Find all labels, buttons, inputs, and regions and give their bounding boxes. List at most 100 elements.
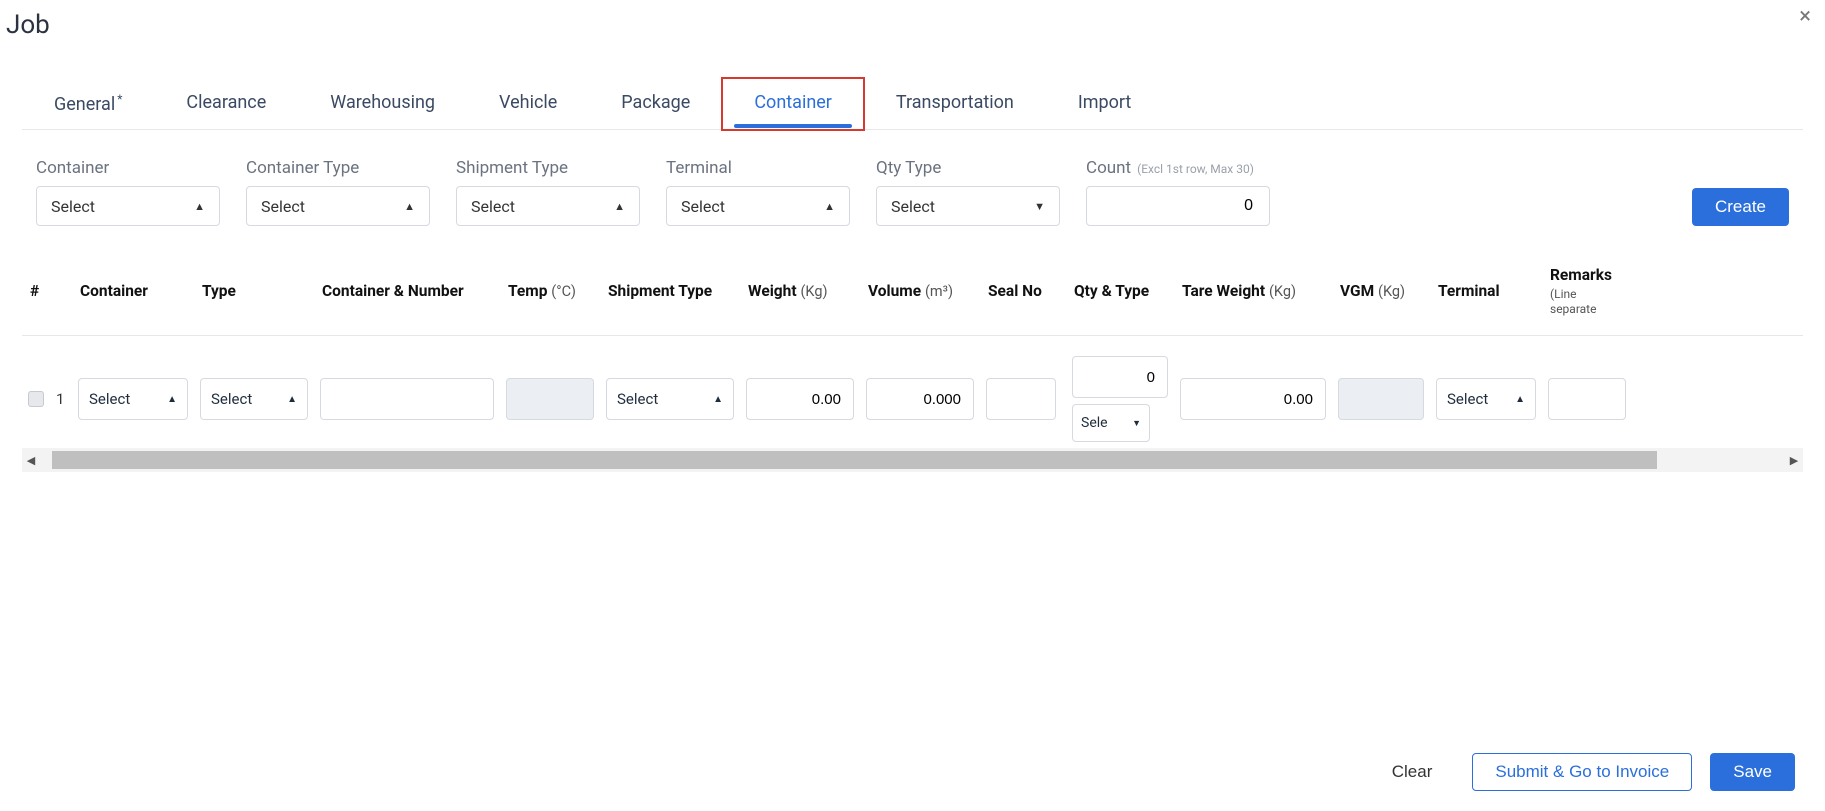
tab-import[interactable]: Import (1046, 78, 1163, 130)
col-remarks: Remarks (Line separate (1542, 258, 1632, 325)
col-tare-weight: Tare Weight (Kg) (1174, 274, 1332, 309)
col-weight: Weight (Kg) (740, 274, 860, 309)
tab-vehicle[interactable]: Vehicle (467, 78, 589, 130)
row-type-select[interactable]: Select ▲ (200, 378, 308, 420)
filter-row: Container Select ▲ Container Type Select… (36, 158, 1789, 226)
qty-field[interactable] (1083, 368, 1157, 387)
scrollbar-track[interactable] (40, 448, 1785, 472)
row-qty-input[interactable] (1072, 356, 1168, 398)
filter-qty-type-select[interactable]: Select ▼ (876, 186, 1060, 226)
row-weight-input[interactable] (746, 378, 854, 420)
caret-down-icon: ▼ (1132, 418, 1141, 429)
container-number-field[interactable] (331, 390, 483, 409)
filter-count-input[interactable] (1086, 186, 1270, 226)
filter-terminal-select[interactable]: Select ▲ (666, 186, 850, 226)
tab-package[interactable]: Package (589, 78, 722, 130)
clear-button[interactable]: Clear (1370, 753, 1455, 791)
submit-go-to-invoice-button[interactable]: Submit & Go to Invoice (1472, 753, 1692, 791)
count-input-field[interactable] (1101, 196, 1255, 216)
footer-actions: Clear Submit & Go to Invoice Save (1370, 753, 1795, 791)
select-value: Select (617, 390, 658, 408)
scroll-right-icon[interactable]: ▶ (1785, 454, 1803, 467)
row-qty-type-select[interactable]: Sele ▼ (1072, 404, 1150, 442)
scrollbar-thumb[interactable] (52, 451, 1657, 469)
close-icon[interactable]: × (1799, 6, 1811, 28)
filter-label-container: Container (36, 158, 220, 178)
row-checkbox[interactable] (28, 391, 44, 407)
temp-field (517, 390, 583, 409)
tab-label: Package (621, 92, 690, 113)
row-seal-no-input[interactable] (986, 378, 1056, 420)
caret-down-icon: ▼ (1034, 200, 1045, 213)
row-volume-input[interactable] (866, 378, 974, 420)
label-hint: (Excl 1st row, Max 30) (1137, 162, 1254, 176)
tab-warehousing[interactable]: Warehousing (298, 78, 467, 130)
col-unit: (Kg) (1378, 283, 1405, 300)
caret-up-icon: ▲ (194, 200, 205, 213)
select-value: Sele (1081, 415, 1108, 431)
col-sub: (Line separate (1550, 287, 1624, 317)
tab-general[interactable]: General* (22, 78, 154, 130)
col-label: Weight (748, 282, 797, 300)
col-idx: # (22, 274, 72, 309)
tare-weight-field[interactable] (1191, 390, 1315, 409)
weight-field[interactable] (757, 390, 843, 409)
seal-no-field[interactable] (997, 390, 1045, 409)
save-button[interactable]: Save (1710, 753, 1795, 791)
row-temp-input (506, 378, 594, 420)
filter-label-qty-type: Qty Type (876, 158, 1060, 178)
row-index: 1 (56, 390, 64, 408)
tabs-bar: General* Clearance Warehousing Vehicle P… (22, 78, 1803, 130)
page-title: Job (6, 10, 50, 40)
col-label: Temp (508, 282, 547, 300)
caret-up-icon: ▲ (287, 394, 297, 405)
col-terminal: Terminal (1430, 274, 1542, 309)
col-volume: Volume (m³) (860, 274, 980, 309)
tab-label: Container (754, 92, 832, 113)
row-container-number-input[interactable] (320, 378, 494, 420)
tab-clearance[interactable]: Clearance (154, 78, 298, 130)
select-value: Select (51, 197, 95, 216)
table-area: # Container Type Container & Number Temp… (22, 258, 1803, 463)
col-unit: (m³) (925, 283, 953, 300)
select-value: Select (471, 197, 515, 216)
tab-label: Transportation (896, 92, 1014, 113)
filter-shipment-type-select[interactable]: Select ▲ (456, 186, 640, 226)
col-qty-type: Qty & Type (1066, 274, 1174, 309)
required-asterisk: * (117, 92, 122, 106)
filter-label-count: Count (Excl 1st row, Max 30) (1086, 158, 1270, 178)
caret-up-icon: ▲ (167, 394, 177, 405)
col-temp: Temp (°C) (500, 274, 600, 309)
scroll-left-icon[interactable]: ◀ (22, 454, 40, 467)
remarks-field[interactable] (1559, 390, 1615, 409)
caret-up-icon: ▲ (824, 200, 835, 213)
tab-label: Vehicle (499, 92, 557, 113)
row-container-select[interactable]: Select ▲ (78, 378, 188, 420)
filter-label-container-type: Container Type (246, 158, 430, 178)
table-header: # Container Type Container & Number Temp… (22, 258, 1803, 336)
col-label: Tare Weight (1182, 282, 1265, 300)
volume-field[interactable] (877, 390, 963, 409)
col-seal-no: Seal No (980, 274, 1066, 309)
tab-label: Import (1078, 92, 1131, 113)
col-vgm: VGM (Kg) (1332, 274, 1430, 309)
row-shipment-type-select[interactable]: Select ▲ (606, 378, 734, 420)
select-value: Select (1447, 390, 1488, 408)
tab-label: General (54, 94, 115, 115)
tab-container[interactable]: Container (722, 78, 864, 130)
filter-container-type-select[interactable]: Select ▲ (246, 186, 430, 226)
row-terminal-select[interactable]: Select ▲ (1436, 378, 1536, 420)
filter-container-select[interactable]: Select ▲ (36, 186, 220, 226)
row-remarks-input[interactable] (1548, 378, 1626, 420)
horizontal-scrollbar[interactable]: ◀ ▶ (22, 448, 1803, 472)
col-type: Type (194, 274, 314, 309)
table-row: 1 Select ▲ Select ▲ Select (22, 336, 1803, 463)
select-value: Select (211, 390, 252, 408)
filter-label-terminal: Terminal (666, 158, 850, 178)
col-label: Volume (868, 282, 921, 300)
row-tare-weight-input[interactable] (1180, 378, 1326, 420)
create-button[interactable]: Create (1692, 188, 1789, 226)
select-value: Select (891, 197, 935, 216)
caret-up-icon: ▲ (1515, 394, 1525, 405)
tab-transportation[interactable]: Transportation (864, 78, 1046, 130)
